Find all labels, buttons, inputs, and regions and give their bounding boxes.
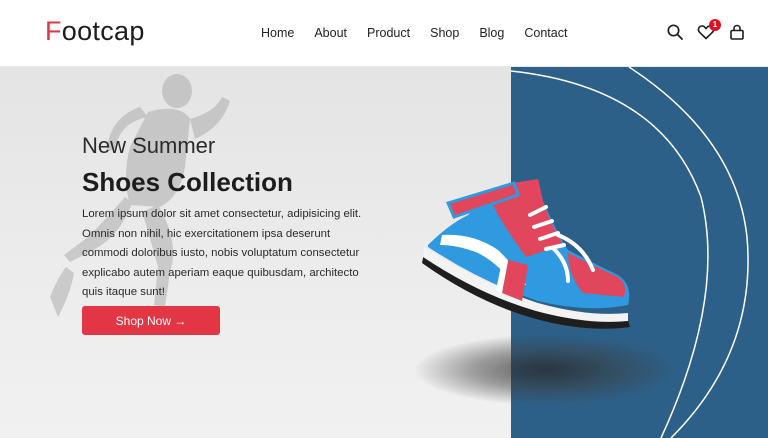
site-header: Footcap Home About Product Shop Blog Con…: [0, 0, 768, 67]
logo-first-letter: F: [45, 16, 62, 46]
sneaker-image: [422, 179, 630, 329]
logo-text: ootcap: [61, 16, 145, 46]
hero-section: New Summer Shoes Collection Lorem ipsum …: [0, 67, 768, 438]
hero-subtitle: New Summer: [82, 133, 216, 158]
nav-blog[interactable]: Blog: [479, 26, 504, 40]
nav-home[interactable]: Home: [261, 26, 294, 40]
hero-title: Shoes Collection: [82, 167, 293, 197]
shop-now-button[interactable]: Shop Now →: [82, 306, 220, 335]
nav-contact[interactable]: Contact: [524, 26, 567, 40]
nav-shop[interactable]: Shop: [430, 26, 459, 40]
hero-description: Lorem ipsum dolor sit amet consectetur, …: [82, 208, 362, 298]
main-nav: Home About Product Shop Blog Contact: [261, 26, 567, 40]
nav-product[interactable]: Product: [367, 26, 410, 40]
shopping-bag-icon[interactable]: [728, 23, 746, 41]
header-actions: 1: [666, 19, 746, 41]
search-icon[interactable]: [666, 23, 684, 41]
heart-icon[interactable]: 1: [697, 19, 721, 41]
nav-about[interactable]: About: [314, 26, 347, 40]
wishlist-count-badge: 1: [709, 19, 721, 31]
shoe-shadow: [416, 335, 676, 405]
logo[interactable]: Footcap: [45, 16, 145, 47]
